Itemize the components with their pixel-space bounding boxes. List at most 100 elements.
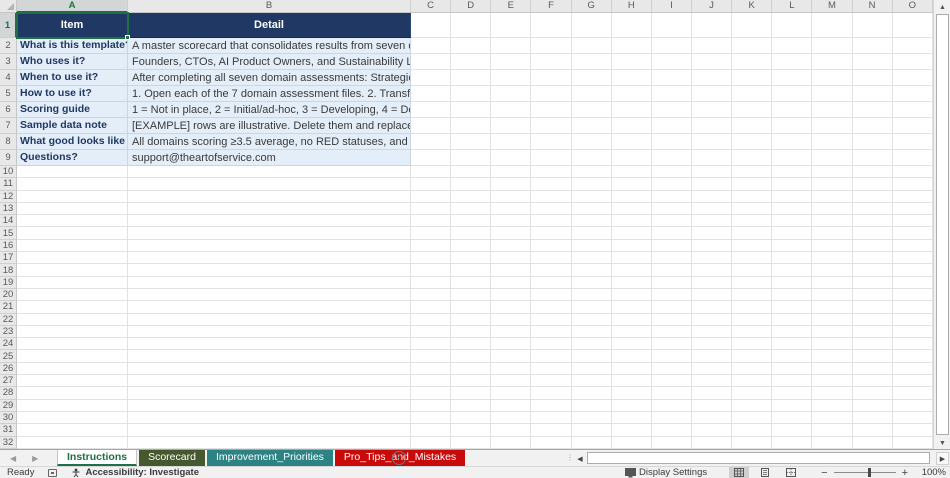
cell-A23[interactable] xyxy=(17,326,128,338)
cell-H29[interactable] xyxy=(612,400,652,412)
cell-H18[interactable] xyxy=(612,264,652,276)
cell-L3[interactable] xyxy=(772,54,812,70)
column-header-L[interactable]: L xyxy=(772,0,812,13)
cell-M3[interactable] xyxy=(812,54,852,70)
row-header-6[interactable]: 6 xyxy=(0,102,17,118)
cell-K29[interactable] xyxy=(732,400,772,412)
cell-B8[interactable]: All domains scoring ≥3.5 average, no RED… xyxy=(128,134,411,150)
cell-D12[interactable] xyxy=(451,191,491,203)
tab-scroll-left-icon[interactable]: ◀ xyxy=(10,454,16,463)
column-header-A[interactable]: A xyxy=(17,0,128,13)
cell-M24[interactable] xyxy=(812,338,852,350)
cell-L17[interactable] xyxy=(772,252,812,264)
cell-H31[interactable] xyxy=(612,424,652,436)
cell-B1[interactable]: Detail xyxy=(128,13,411,38)
column-header-H[interactable]: H xyxy=(612,0,652,13)
cell-N31[interactable] xyxy=(853,424,893,436)
cell-C28[interactable] xyxy=(411,387,451,399)
cell-C3[interactable] xyxy=(411,54,451,70)
accessibility-status[interactable]: Accessibility: Investigate xyxy=(71,467,199,478)
cell-G20[interactable] xyxy=(572,289,612,301)
cell-I16[interactable] xyxy=(652,240,692,252)
cell-O17[interactable] xyxy=(893,252,933,264)
cell-D2[interactable] xyxy=(451,38,491,54)
zoom-in-button[interactable]: + xyxy=(902,467,908,478)
cell-G7[interactable] xyxy=(572,118,612,134)
cell-G30[interactable] xyxy=(572,412,612,424)
cell-N24[interactable] xyxy=(853,338,893,350)
cell-J27[interactable] xyxy=(692,375,732,387)
row-header-28[interactable]: 28 xyxy=(0,387,17,399)
cell-E11[interactable] xyxy=(491,178,531,190)
cell-A27[interactable] xyxy=(17,375,128,387)
cell-K24[interactable] xyxy=(732,338,772,350)
cell-M15[interactable] xyxy=(812,227,852,239)
cell-N4[interactable] xyxy=(853,70,893,86)
cell-K27[interactable] xyxy=(732,375,772,387)
cell-E29[interactable] xyxy=(491,400,531,412)
cell-B6[interactable]: 1 = Not in place, 2 = Initial/ad-hoc, 3 … xyxy=(128,102,411,118)
cell-J13[interactable] xyxy=(692,203,732,215)
cell-N17[interactable] xyxy=(853,252,893,264)
cell-A32[interactable] xyxy=(17,437,128,449)
cell-I32[interactable] xyxy=(652,437,692,449)
page-break-view-button[interactable] xyxy=(781,467,801,478)
cell-O29[interactable] xyxy=(893,400,933,412)
cell-N14[interactable] xyxy=(853,215,893,227)
cell-D31[interactable] xyxy=(451,424,491,436)
cell-L13[interactable] xyxy=(772,203,812,215)
cell-J3[interactable] xyxy=(692,54,732,70)
cell-L16[interactable] xyxy=(772,240,812,252)
cell-F31[interactable] xyxy=(531,424,571,436)
cell-J10[interactable] xyxy=(692,166,732,178)
cell-E4[interactable] xyxy=(491,70,531,86)
cell-E10[interactable] xyxy=(491,166,531,178)
normal-view-button[interactable] xyxy=(729,467,749,478)
cell-E6[interactable] xyxy=(491,102,531,118)
cell-B12[interactable] xyxy=(128,191,411,203)
cell-K28[interactable] xyxy=(732,387,772,399)
row-header-15[interactable]: 15 xyxy=(0,227,17,239)
cell-G26[interactable] xyxy=(572,363,612,375)
cell-E27[interactable] xyxy=(491,375,531,387)
cell-M10[interactable] xyxy=(812,166,852,178)
cell-L23[interactable] xyxy=(772,326,812,338)
cell-C13[interactable] xyxy=(411,203,451,215)
cell-L29[interactable] xyxy=(772,400,812,412)
scrollbar-resize-handle[interactable]: ⋮ xyxy=(566,453,574,462)
cell-F1[interactable] xyxy=(531,13,571,38)
cell-A10[interactable] xyxy=(17,166,128,178)
cell-J5[interactable] xyxy=(692,86,732,102)
row-header-13[interactable]: 13 xyxy=(0,203,17,215)
cell-J11[interactable] xyxy=(692,178,732,190)
cell-J15[interactable] xyxy=(692,227,732,239)
cell-F32[interactable] xyxy=(531,437,571,449)
cell-J24[interactable] xyxy=(692,338,732,350)
cell-D3[interactable] xyxy=(451,54,491,70)
cell-K20[interactable] xyxy=(732,289,772,301)
cell-O28[interactable] xyxy=(893,387,933,399)
cell-F28[interactable] xyxy=(531,387,571,399)
cell-N26[interactable] xyxy=(853,363,893,375)
cell-O2[interactable] xyxy=(893,38,933,54)
cell-C22[interactable] xyxy=(411,314,451,326)
cell-I11[interactable] xyxy=(652,178,692,190)
cell-E30[interactable] xyxy=(491,412,531,424)
column-header-M[interactable]: M xyxy=(812,0,852,13)
cell-F8[interactable] xyxy=(531,134,571,150)
cell-H14[interactable] xyxy=(612,215,652,227)
cell-A14[interactable] xyxy=(17,215,128,227)
cell-N3[interactable] xyxy=(853,54,893,70)
cell-C25[interactable] xyxy=(411,350,451,362)
cell-G29[interactable] xyxy=(572,400,612,412)
cell-H22[interactable] xyxy=(612,314,652,326)
cell-H15[interactable] xyxy=(612,227,652,239)
cell-E15[interactable] xyxy=(491,227,531,239)
cell-I26[interactable] xyxy=(652,363,692,375)
cell-C15[interactable] xyxy=(411,227,451,239)
column-header-I[interactable]: I xyxy=(652,0,692,13)
cell-D16[interactable] xyxy=(451,240,491,252)
cell-O26[interactable] xyxy=(893,363,933,375)
cell-N27[interactable] xyxy=(853,375,893,387)
cell-G13[interactable] xyxy=(572,203,612,215)
